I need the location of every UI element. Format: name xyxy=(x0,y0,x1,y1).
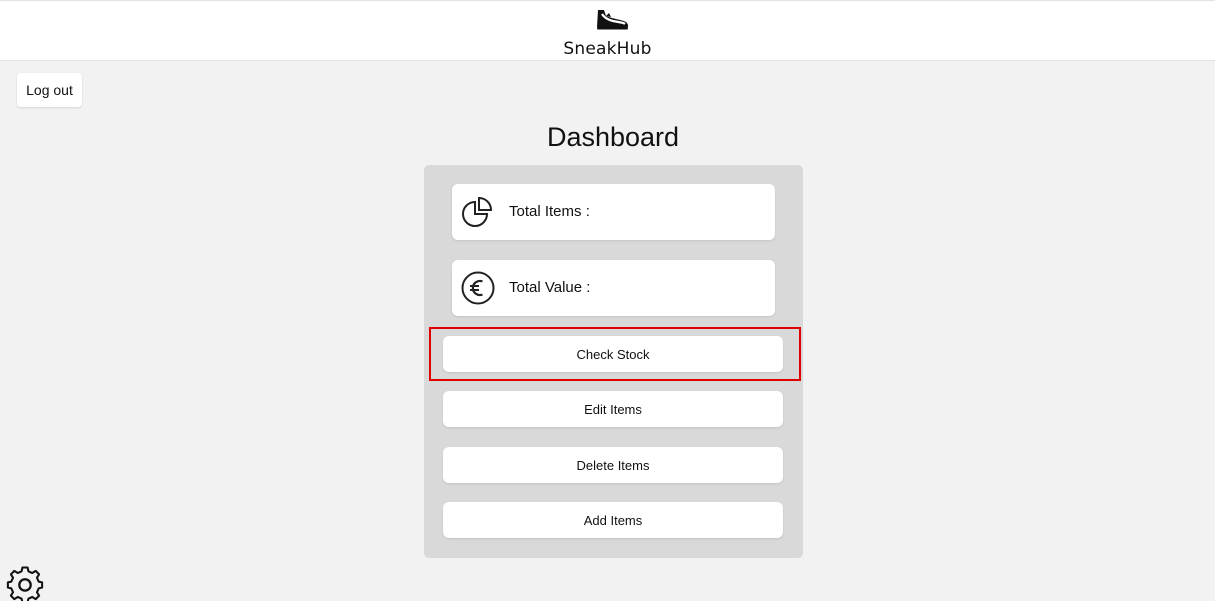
delete-items-button[interactable]: Delete Items xyxy=(443,447,783,483)
dashboard-panel: Total Items : Total Value : Check Stock … xyxy=(424,165,803,558)
brand-name: SneakHub xyxy=(563,39,652,59)
euro-icon xyxy=(461,271,495,305)
total-value-card: Total Value : xyxy=(452,260,775,316)
pie-chart-icon xyxy=(462,196,493,227)
sneaker-icon xyxy=(597,10,628,30)
logout-button[interactable]: Log out xyxy=(17,73,82,107)
check-stock-button[interactable]: Check Stock xyxy=(443,336,783,372)
gear-icon[interactable] xyxy=(6,565,44,601)
total-value-label: Total Value : xyxy=(509,279,591,296)
add-items-button[interactable]: Add Items xyxy=(443,502,783,538)
top-bar: SneakHub xyxy=(0,0,1215,61)
total-items-label: Total Items : xyxy=(509,203,590,220)
total-items-card: Total Items : xyxy=(452,184,775,240)
page-title: Dashboard xyxy=(546,122,680,152)
edit-items-button[interactable]: Edit Items xyxy=(443,391,783,427)
